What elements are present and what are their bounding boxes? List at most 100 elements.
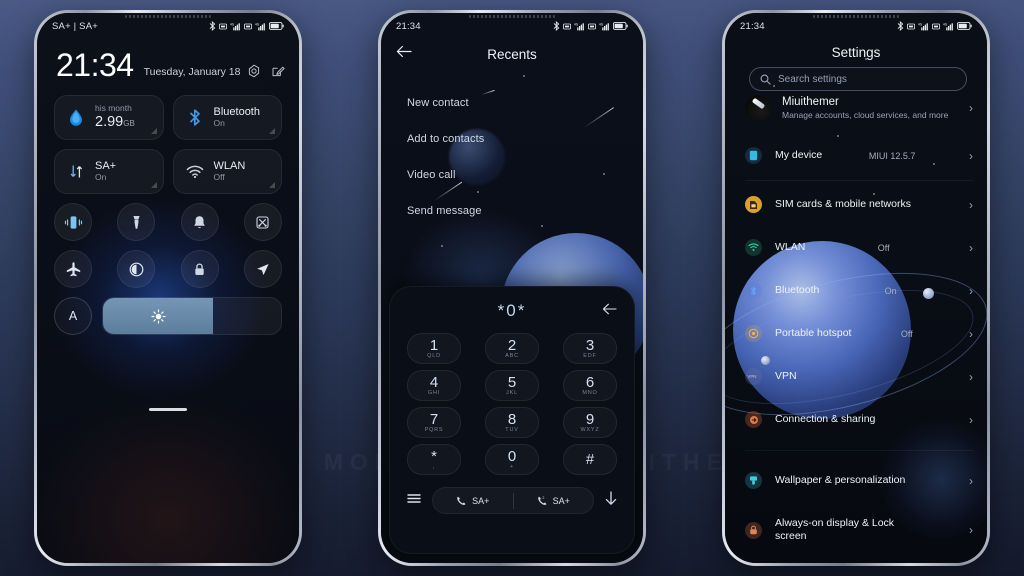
svg-text:VPN: VPN — [747, 374, 756, 379]
svg-text:4G: 4G — [574, 22, 579, 26]
back-button[interactable] — [396, 45, 412, 63]
bluetooth-tile[interactable]: Bluetooth On — [172, 95, 282, 140]
settings-row-bluetooth[interactable]: Bluetooth On › — [745, 276, 973, 305]
screen-control-center: SA+ | SA+ 4G 4G 21:34 Tuesday, January 1… — [37, 13, 299, 563]
svg-text:4G: 4G — [230, 22, 235, 26]
dialer-menu-button[interactable] — [406, 492, 422, 510]
data-arrows-icon — [70, 165, 82, 178]
data-usage-tile[interactable]: his month 2.99GB — [54, 95, 164, 140]
lock-screen-icon — [745, 521, 762, 539]
key-hash[interactable]: # — [563, 444, 617, 475]
settings-row-vpn[interactable]: VPN VPN › — [745, 362, 973, 391]
settings-row-gap — [745, 306, 973, 319]
brightness-row: A — [54, 297, 282, 335]
bluetooth-icon — [189, 109, 200, 126]
search-settings-field[interactable]: Search settings — [749, 67, 967, 91]
brightness-slider[interactable] — [102, 297, 282, 335]
mobile-data-tile-state: On — [95, 172, 107, 183]
key-digit: 3 — [585, 336, 595, 354]
key-6[interactable]: 6 MNO — [563, 370, 617, 401]
key-letters: TUV — [505, 426, 519, 433]
settings-row-gap — [745, 349, 973, 362]
key-digit: # — [585, 450, 595, 468]
settings-label: VPN — [775, 369, 797, 382]
auto-brightness-button[interactable]: A — [54, 297, 92, 335]
lock-toggle[interactable] — [180, 250, 219, 288]
key-letters: MNO — [582, 389, 598, 396]
ringer-toggle[interactable] — [180, 203, 219, 241]
key-9[interactable]: 9 WXYZ — [563, 407, 617, 438]
dialer-collapse-button[interactable] — [604, 490, 618, 511]
key-0[interactable]: 0 + — [485, 444, 539, 475]
tile-corner-marker — [150, 182, 157, 188]
call-sim2-button[interactable]: 2 SA+ — [514, 495, 594, 506]
wifi-icon — [186, 165, 203, 178]
airplane-toggle[interactable] — [54, 250, 92, 288]
settings-row-sim-cards[interactable]: SIM cards & mobile networks › — [745, 190, 973, 219]
data-usage-value: 2.99 — [95, 114, 124, 131]
bluetooth-icon — [745, 282, 762, 299]
settings-row-wlan[interactable]: WLAN Off › — [745, 233, 973, 262]
key-letters: QLD — [427, 352, 441, 359]
settings-label: SIM cards & mobile networks — [775, 197, 911, 210]
key-letters: , — [432, 463, 436, 470]
svg-text:4G: 4G — [599, 22, 604, 26]
signal1-icon: 4G — [918, 22, 928, 30]
menu-item-send-message[interactable]: Send message — [407, 205, 623, 217]
data-usage-unit: GB — [123, 119, 135, 129]
settings-value: Off — [877, 242, 890, 253]
arrow-down-icon — [605, 490, 617, 505]
sim-icon — [745, 196, 762, 213]
key-7[interactable]: 7 PQRS — [407, 407, 461, 438]
settings-row-wallpaper-personalization[interactable]: Wallpaper & personalization › — [745, 466, 973, 495]
key-4[interactable]: 4 GHI — [407, 370, 461, 401]
key-1[interactable]: 1 QLD — [407, 333, 461, 364]
account-name: Miuithemer — [782, 96, 839, 108]
settings-label: Always-on display & Lock screen — [775, 516, 895, 542]
clock-time: 21:34 — [56, 47, 134, 83]
key-digit: 5 — [507, 373, 517, 391]
sim1-label: SA+ — [472, 495, 490, 506]
data-usage-period: his month — [95, 103, 132, 114]
water-drop-icon — [70, 109, 82, 126]
menu-item-new-contact[interactable]: New contact — [407, 97, 623, 109]
account-row[interactable]: Miuithemer Manage accounts, cloud servic… — [745, 95, 973, 121]
settings-gear-icon[interactable] — [247, 64, 261, 78]
vpn-icon: VPN — [745, 368, 762, 385]
flashlight-toggle[interactable] — [117, 203, 156, 241]
settings-row-always-on-display[interactable]: Always-on display & Lock screen › — [745, 511, 973, 549]
edit-icon[interactable] — [271, 64, 285, 78]
backspace-button[interactable] — [602, 302, 617, 320]
screen-settings: 21:34 4G 4G Settings Search settings Miu… — [725, 13, 987, 563]
settings-row-portable-hotspot[interactable]: Portable hotspot Off › — [745, 319, 973, 348]
settings-row-connection-sharing[interactable]: Connection & sharing › — [745, 405, 973, 434]
dialer-panel: *0* 1QLD 2ABC 3EDF 4GHI 5JKL 6MNO — [389, 286, 635, 554]
screenshot-toggle[interactable] — [243, 203, 282, 241]
call-sim1-button[interactable]: SA+ — [433, 495, 513, 506]
earpiece-speaker — [125, 15, 211, 18]
page-title: Settings — [831, 45, 881, 60]
bluetooth-tile-state: On — [213, 118, 225, 129]
dialer-number-row: *0* — [390, 291, 634, 331]
key-3[interactable]: 3 EDF — [563, 333, 617, 364]
key-letters: JKL — [506, 389, 518, 396]
menu-item-add-to-contacts[interactable]: Add to contacts — [407, 133, 623, 145]
home-indicator — [149, 408, 187, 411]
chevron-right-icon: › — [969, 197, 973, 212]
mobile-data-tile[interactable]: SA+ On — [54, 149, 164, 194]
key-letters: ABC — [505, 352, 519, 359]
wlan-tile[interactable]: WLAN Off — [172, 149, 282, 194]
menu-item-video-call[interactable]: Video call — [407, 169, 623, 181]
settings-row-my-device[interactable]: My device MIUI 12.5.7 › — [745, 141, 973, 170]
dark-mode-toggle[interactable] — [117, 250, 156, 288]
page-title: Recents — [487, 46, 537, 62]
key-digit: 7 — [429, 410, 439, 428]
key-2[interactable]: 2 ABC — [485, 333, 539, 364]
tile-corner-marker — [150, 128, 157, 134]
key-5[interactable]: 5 JKL — [485, 370, 539, 401]
key-8[interactable]: 8 TUV — [485, 407, 539, 438]
vibrate-toggle[interactable] — [54, 203, 92, 241]
key-star[interactable]: *, — [407, 444, 461, 475]
location-toggle[interactable] — [243, 250, 282, 288]
bluetooth-icon — [897, 21, 904, 31]
